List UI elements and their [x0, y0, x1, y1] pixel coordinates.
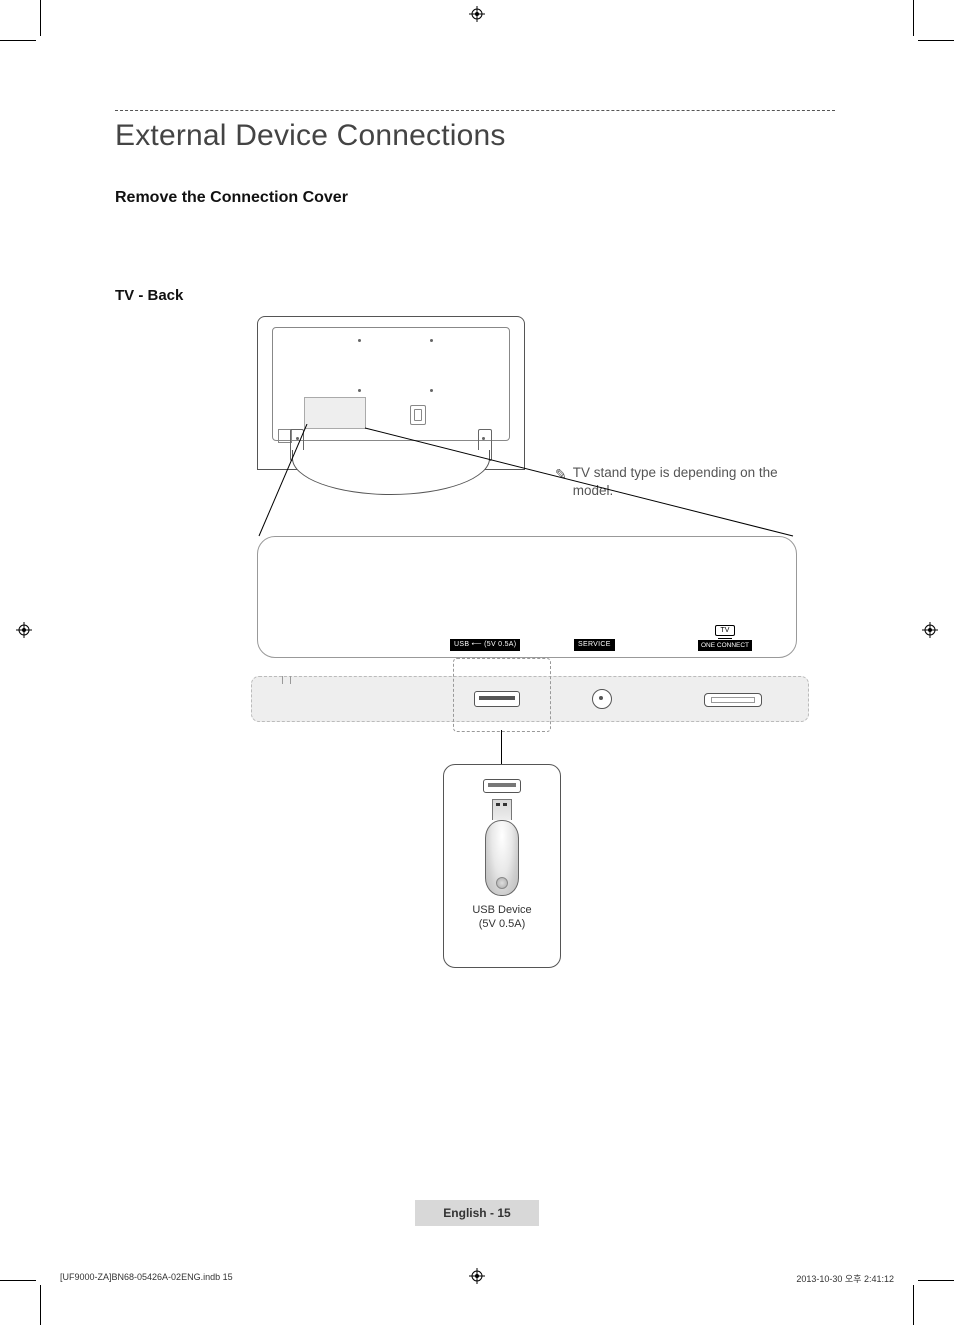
- usb-device-callout: USB Device (5V 0.5A): [443, 764, 561, 968]
- callout-lines: [257, 424, 797, 554]
- registration-mark-icon: [922, 622, 938, 638]
- page-title: External Device Connections: [115, 119, 835, 153]
- one-connect-port-icon: [704, 693, 762, 707]
- one-connect-text: ONE CONNECT: [698, 640, 752, 651]
- crop-mark: [40, 0, 41, 36]
- crop-mark: [40, 1285, 41, 1325]
- service-port-icon: [592, 689, 612, 709]
- callout-line: [501, 730, 502, 764]
- usb-caption-line2: (5V 0.5A): [479, 918, 525, 930]
- crop-mark: [918, 1280, 954, 1281]
- footer-page-number: 15: [497, 1206, 510, 1220]
- one-connect-label: TV ONE CONNECT: [698, 625, 752, 651]
- crop-mark: [0, 1280, 36, 1281]
- usb-stick-icon: [485, 799, 519, 896]
- usb-caption: USB Device (5V 0.5A): [444, 904, 560, 932]
- crop-mark: [913, 0, 914, 36]
- registration-mark-icon: [469, 6, 485, 22]
- crop-mark: [0, 40, 36, 41]
- section-divider: [115, 110, 835, 111]
- usb-highlight-box: [453, 658, 551, 732]
- page-footer: English - 15: [0, 1200, 954, 1226]
- one-connect-tv-icon: TV: [715, 625, 735, 636]
- usb-caption-line1: USB Device: [472, 904, 531, 916]
- footer-meta-right: 2013-10-30 오후 2:41:12: [796, 1272, 894, 1285]
- page-content: External Device Connections Remove the C…: [115, 110, 835, 986]
- service-port-label: SERVICE: [574, 639, 615, 651]
- usb-slot-icon: [483, 779, 521, 793]
- crop-mark: [913, 1285, 914, 1325]
- usb-port-label: USB ⟵ (5V 0.5A): [450, 639, 520, 651]
- registration-mark-icon: [469, 1268, 485, 1284]
- connector-panel: USB ⟵ (5V 0.5A) SERVICE TV ONE CONNECT: [257, 536, 797, 658]
- registration-mark-icon: [16, 622, 32, 638]
- section-heading: Remove the Connection Cover: [115, 189, 835, 207]
- footer-language: English: [443, 1206, 486, 1220]
- crop-mark: [918, 40, 954, 41]
- subsection-heading: TV - Back: [115, 287, 835, 304]
- tv-back-diagram: ✎ TV stand type is depending on the mode…: [185, 316, 825, 986]
- footer-meta-left: [UF9000-ZA]BN68-05426A-02ENG.indb 15: [60, 1272, 233, 1282]
